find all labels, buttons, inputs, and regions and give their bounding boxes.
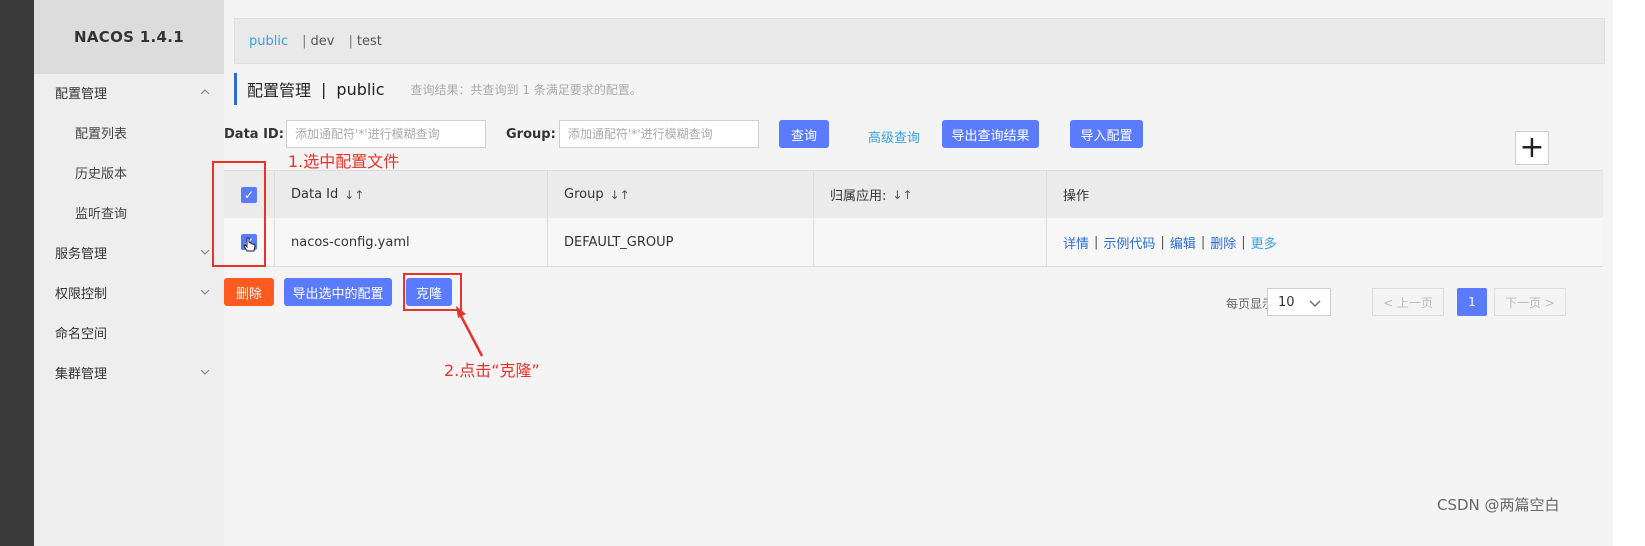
sidebar-item-service-management[interactable]: 服务管理 — [34, 232, 224, 272]
page-size-select[interactable]: 10 — [1267, 288, 1331, 316]
sidebar-item-label: 监听查询 — [75, 206, 128, 222]
column-header-operations: 操作 — [1046, 171, 1603, 218]
sort-icon[interactable]: ↓↑ — [610, 188, 630, 202]
sidebar-item-namespace[interactable]: 命名空间 — [34, 312, 224, 352]
sidebar-item-label: 集群管理 — [55, 366, 108, 382]
next-page-button[interactable]: 下一页 > — [1494, 288, 1566, 316]
column-header-label: 归属应用: — [830, 189, 887, 204]
sidebar-item-history[interactable]: 历史版本 — [34, 152, 224, 192]
cell-app — [813, 218, 1046, 266]
op-details-link[interactable]: 详情 — [1063, 233, 1089, 252]
table-row: ✓ nacos-config.yaml DEFAULT_GROUP 详情 | 示… — [224, 218, 1603, 267]
column-header-app[interactable]: 归属应用: ↓↑ — [813, 171, 1046, 218]
namespace-tab-public[interactable]: public — [249, 34, 288, 49]
op-more-link[interactable]: 更多 — [1251, 233, 1277, 252]
column-header-data-id[interactable]: Data Id ↓↑ — [274, 171, 547, 218]
chevron-down-icon — [200, 249, 210, 255]
sort-icon[interactable]: ↓↑ — [344, 188, 364, 202]
sidebar-item-config-list[interactable]: 配置列表 — [34, 112, 224, 152]
annotation-step1: 1.选中配置文件 — [288, 152, 400, 171]
chevron-down-icon — [200, 369, 210, 375]
page-number-current[interactable]: 1 — [1457, 288, 1487, 316]
namespace-separator: | — [348, 33, 353, 49]
right-edge — [1613, 0, 1645, 546]
import-config-button[interactable]: 导入配置 — [1070, 120, 1143, 148]
chevron-down-icon — [200, 289, 210, 295]
group-input[interactable] — [559, 120, 759, 148]
delete-selected-button[interactable]: 删除 — [224, 278, 274, 306]
chevron-up-icon — [200, 89, 210, 95]
sidebar-item-label: 历史版本 — [75, 166, 128, 182]
sidebar-item-config-management[interactable]: 配置管理 — [34, 72, 224, 112]
sidebar-item-label: 服务管理 — [55, 246, 108, 262]
sidebar-item-listener-query[interactable]: 监听查询 — [34, 192, 224, 232]
advanced-query-link[interactable]: 高级查询 — [868, 127, 920, 146]
title-accent-bar — [234, 73, 237, 105]
sort-icon[interactable]: ↓↑ — [892, 188, 912, 202]
query-button[interactable]: 查询 — [779, 120, 829, 148]
op-sample-code-link[interactable]: 示例代码 — [1103, 233, 1155, 252]
column-header-label: Group — [564, 187, 604, 202]
namespace-tab-test[interactable]: test — [357, 34, 382, 49]
plus-icon: + — [1519, 130, 1545, 165]
annotation-step2: 2.点击“克隆” — [444, 361, 540, 380]
column-header-label: 操作 — [1063, 189, 1090, 204]
sidebar: NACOS 1.4.1 配置管理 配置列表 历史版本 监听查询 服务管理 权限控… — [34, 0, 224, 546]
cell-group: DEFAULT_GROUP — [547, 218, 813, 266]
table-header: ✓ Data Id ↓↑ Group ↓↑ 归属应用: ↓↑ 操作 — [224, 170, 1603, 219]
prev-page-button[interactable]: < 上一页 — [1372, 288, 1444, 316]
add-config-button[interactable]: + — [1515, 131, 1549, 165]
cell-data-id: nacos-config.yaml — [274, 218, 547, 266]
op-edit-link[interactable]: 编辑 — [1170, 233, 1196, 252]
namespace-bar: public | dev | test — [234, 18, 1605, 64]
op-separator: | — [1241, 234, 1246, 250]
chevron-down-icon — [1309, 300, 1321, 307]
namespace-tab-dev[interactable]: dev — [311, 34, 335, 49]
annotation-box-checkbox — [212, 161, 266, 267]
op-delete-link[interactable]: 删除 — [1210, 233, 1236, 252]
column-header-label: Data Id — [291, 187, 339, 202]
column-header-group[interactable]: Group ↓↑ — [547, 171, 813, 218]
export-selected-button[interactable]: 导出选中的配置 — [284, 278, 392, 306]
op-separator: | — [1200, 234, 1206, 250]
page-title-row: 配置管理 | public 查询结果：共查询到 1 条满足要求的配置。 — [234, 73, 642, 105]
query-result-note: 查询结果：共查询到 1 条满足要求的配置。 — [410, 82, 642, 97]
sidebar-item-label: 权限控制 — [55, 286, 108, 302]
export-results-button[interactable]: 导出查询结果 — [942, 120, 1039, 148]
sidebar-item-label: 配置列表 — [75, 126, 128, 142]
group-label: Group: — [506, 127, 556, 142]
op-separator: | — [1094, 234, 1099, 250]
sidebar-item-label: 命名空间 — [55, 326, 108, 342]
sidebar-item-label: 配置管理 — [55, 86, 108, 102]
data-id-label: Data ID: — [224, 127, 284, 142]
sidebar-item-access-control[interactable]: 权限控制 — [34, 272, 224, 312]
page-size-value: 10 — [1278, 294, 1295, 310]
cell-operations: 详情 | 示例代码 | 编辑 | 删除 | 更多 — [1046, 218, 1603, 266]
page-title: 配置管理 — [247, 81, 312, 100]
app-logo: NACOS 1.4.1 — [34, 0, 224, 74]
op-separator: | — [1160, 234, 1165, 250]
page-title-namespace: public — [336, 79, 385, 99]
sidebar-item-cluster-management[interactable]: 集群管理 — [34, 352, 224, 392]
title-divider: | — [321, 79, 327, 99]
watermark: CSDN @两篇空白 — [1437, 496, 1560, 514]
data-id-input[interactable] — [286, 120, 486, 148]
annotation-arrow-icon — [456, 306, 484, 357]
namespace-separator: | — [302, 33, 307, 49]
